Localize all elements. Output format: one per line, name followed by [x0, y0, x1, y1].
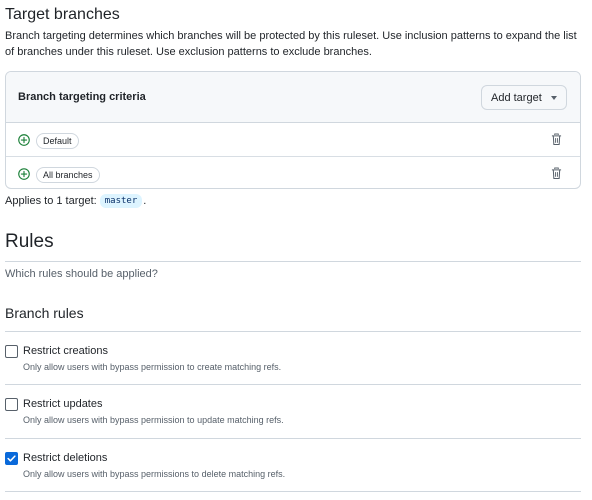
criteria-row-all-branches: All branches	[6, 156, 580, 188]
applies-to-summary: Applies to 1 target: master .	[5, 194, 146, 208]
rule-name: Restrict creations	[23, 345, 108, 357]
criteria-row-default: Default	[6, 123, 580, 157]
target-branches-title: Target branches	[5, 6, 120, 23]
check-icon	[7, 455, 16, 462]
branch-rules-title: Branch rules	[5, 305, 84, 321]
applies-suffix: .	[143, 195, 147, 207]
rule-divider	[5, 438, 581, 439]
rules-divider	[5, 261, 581, 262]
rule-description: Only allow users with bypass permissions…	[23, 469, 286, 479]
rules-title: Rules	[5, 231, 54, 252]
restrict-creations-checkbox[interactable]	[5, 345, 18, 358]
triangle-down-icon	[551, 96, 557, 100]
trash-icon[interactable]	[551, 167, 562, 180]
rule-description: Only allow users with bypass permission …	[23, 362, 282, 372]
criteria-title: Branch targeting criteria	[18, 91, 146, 103]
branch-targeting-criteria-box: Branch targeting criteria Add target Def…	[5, 71, 581, 189]
rule-divider	[5, 491, 581, 492]
plus-circle-icon	[18, 168, 30, 180]
plus-circle-icon	[18, 134, 30, 146]
criteria-pill: Default	[36, 133, 79, 149]
restrict-deletions-checkbox[interactable]	[5, 452, 18, 465]
rule-description: Only allow users with bypass permission …	[23, 415, 284, 425]
criteria-pill: All branches	[36, 167, 100, 183]
add-target-label: Add target	[491, 91, 542, 104]
applies-prefix: Applies to 1 target:	[5, 195, 97, 207]
criteria-header: Branch targeting criteria Add target	[6, 72, 580, 123]
rule-divider	[5, 384, 581, 385]
rules-description: Which rules should be applied?	[5, 268, 158, 280]
branch-rules-divider	[5, 331, 581, 332]
restrict-updates-checkbox[interactable]	[5, 398, 18, 411]
trash-icon[interactable]	[551, 133, 562, 146]
add-target-button[interactable]: Add target	[481, 85, 567, 110]
target-branches-description: Branch targeting determines which branch…	[5, 30, 577, 58]
rule-name: Restrict updates	[23, 398, 103, 410]
target-branch-code: master	[99, 194, 143, 208]
rule-name: Restrict deletions	[23, 452, 108, 464]
